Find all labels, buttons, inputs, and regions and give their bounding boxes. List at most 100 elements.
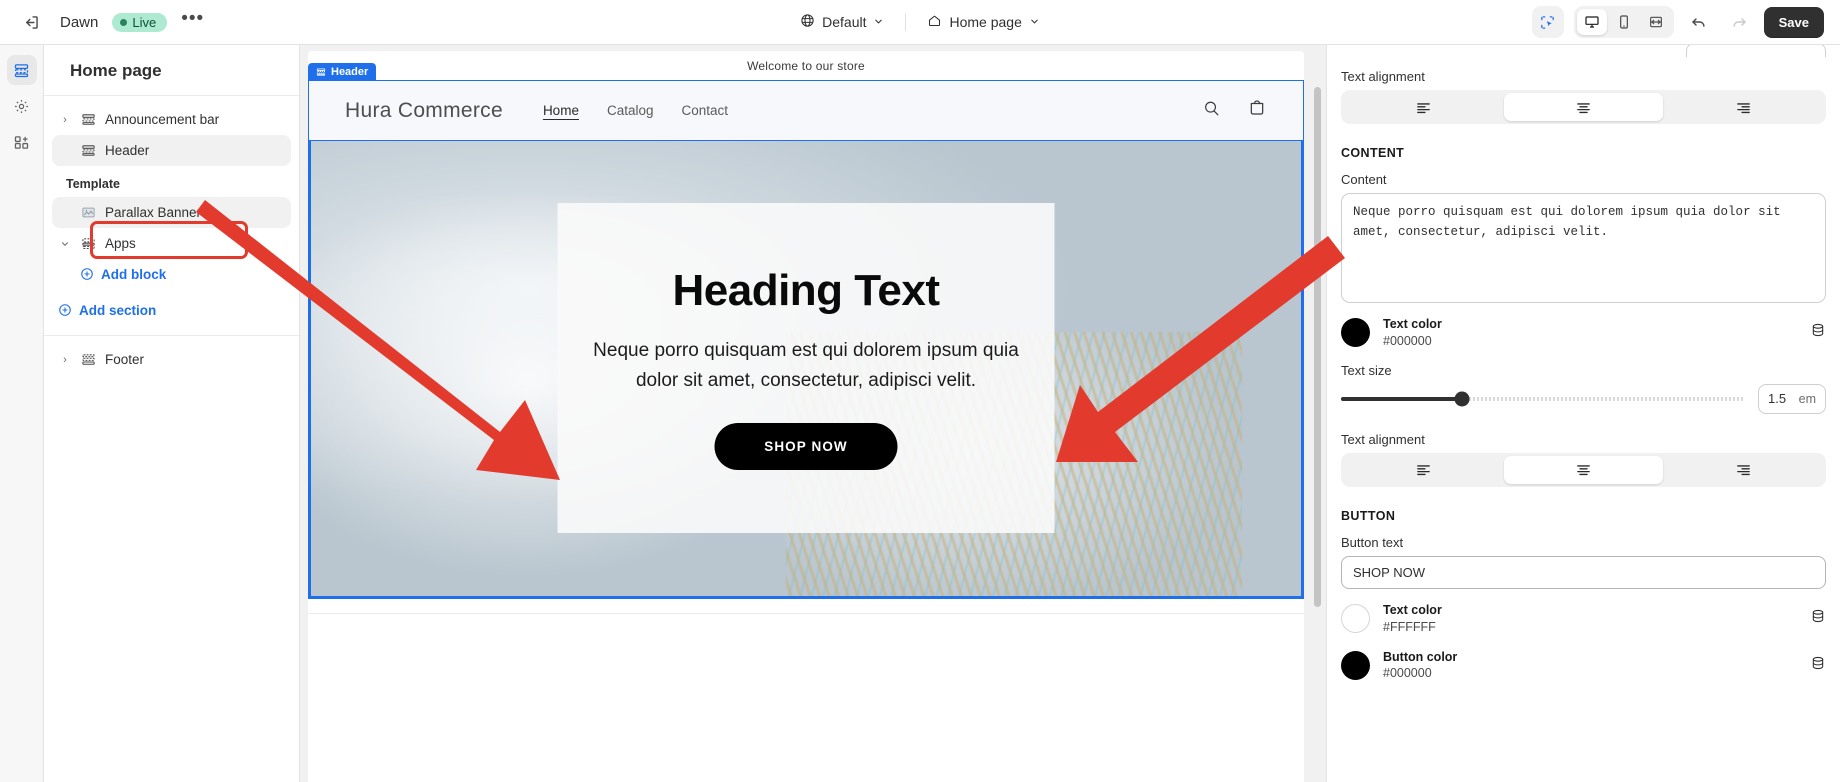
panel-scrolled-input-stub <box>1686 45 1826 57</box>
align-center-icon[interactable] <box>1504 455 1663 484</box>
text-size-slider[interactable] <box>1341 391 1744 407</box>
color-name: Text color <box>1383 602 1442 617</box>
align-right-icon[interactable] <box>1665 456 1823 484</box>
footer-list: › Footer <box>44 336 299 375</box>
align-center-icon[interactable] <box>1504 93 1663 121</box>
status-badge: Live <box>112 12 168 32</box>
hero-shop-now-button[interactable]: SHOP NOW <box>714 422 898 470</box>
exit-icon[interactable] <box>16 7 46 37</box>
text-size-slider-row: 1.5 em <box>1341 383 1826 414</box>
footer-icon <box>80 352 97 367</box>
color-library-icon[interactable] <box>1810 608 1826 629</box>
add-block-button[interactable]: Add block <box>74 259 291 289</box>
theme-name: Dawn <box>60 13 99 31</box>
content-alignment-group <box>1341 452 1826 487</box>
color-swatch[interactable] <box>1341 604 1370 634</box>
section-icon <box>80 143 97 158</box>
plus-circle-icon <box>58 303 72 317</box>
chevron-right-icon[interactable]: › <box>58 354 72 366</box>
align-left-icon[interactable] <box>1344 456 1502 484</box>
undo-icon[interactable] <box>1684 7 1714 37</box>
hero-content-card: Heading Text Neque porro quisquam est qu… <box>557 203 1055 533</box>
sidebar-item-announcement-bar[interactable]: › Announcement bar <box>52 104 291 135</box>
chevron-down-icon[interactable] <box>58 239 72 249</box>
sidebar-item-parallax-banner[interactable]: › Parallax Banner <box>52 197 291 228</box>
button-text-color-row[interactable]: Text color #FFFFFF <box>1341 602 1826 636</box>
color-library-icon[interactable] <box>1810 655 1826 676</box>
align-left-icon[interactable] <box>1344 93 1502 121</box>
page-selector-label: Home page <box>949 14 1022 30</box>
store-header[interactable]: Hura Commerce Home Catalog Contact <box>308 80 1304 141</box>
theme-selector[interactable]: Default <box>791 8 893 36</box>
chevron-down-icon <box>873 14 884 30</box>
preview-canvas: Welcome to our store Header Hura Commerc… <box>300 45 1326 782</box>
announcement-bar[interactable]: Welcome to our store <box>308 51 1304 80</box>
parallax-banner-section[interactable]: Heading Text Neque porro quisquam est qu… <box>308 141 1304 599</box>
top-bar: Dawn Live ••• Default Home page Save <box>0 0 1840 45</box>
header-section-tag[interactable]: Header <box>308 63 377 80</box>
hero-paragraph[interactable]: Neque porro quisquam est qui dolorem ips… <box>591 336 1021 395</box>
nav-link-home[interactable]: Home <box>543 103 579 118</box>
color-info: Button color #000000 <box>1383 649 1457 683</box>
color-library-icon[interactable] <box>1810 322 1826 343</box>
sections-icon[interactable] <box>6 55 37 85</box>
color-info: Text color #000000 <box>1383 316 1442 350</box>
plus-circle-icon <box>80 267 94 281</box>
theme-selector-label: Default <box>822 14 867 30</box>
inspector-icon[interactable] <box>1531 6 1564 38</box>
content-text-color-row[interactable]: Text color #000000 <box>1341 316 1826 350</box>
text-size-label: Text size <box>1341 362 1392 378</box>
nav-link-contact[interactable]: Contact <box>682 103 729 118</box>
gear-icon[interactable] <box>7 91 37 121</box>
nav-link-catalog[interactable]: Catalog <box>607 103 654 118</box>
live-label: Live <box>132 14 157 30</box>
sidebar-item-label: Footer <box>105 352 145 367</box>
sidebar-item-label: Announcement bar <box>105 112 220 127</box>
add-section-label: Add section <box>79 302 157 318</box>
more-options-button[interactable]: ••• <box>181 9 204 30</box>
home-icon <box>927 13 942 31</box>
button-color-row[interactable]: Button color #000000 <box>1341 649 1826 683</box>
page-selector[interactable]: Home page <box>918 8 1048 36</box>
sidebar-item-label: Header <box>105 143 150 158</box>
color-name: Text color <box>1383 317 1442 331</box>
color-swatch[interactable] <box>1341 650 1370 680</box>
button-text-input[interactable]: SHOP NOW <box>1341 555 1826 589</box>
preview-scrollbar[interactable] <box>1314 87 1321 607</box>
viewport-toggle-group <box>1573 6 1674 38</box>
hero-heading[interactable]: Heading Text <box>672 266 940 316</box>
save-button[interactable]: Save <box>1763 6 1824 38</box>
sidebar-group-label: Template <box>66 177 120 191</box>
globe-icon <box>800 13 815 31</box>
sidebar: Home page › Announcement bar › Header Te… <box>44 45 300 782</box>
header-section-wrapper: Header Hura Commerce Home Catalog Contac… <box>308 63 1304 141</box>
text-size-stepper[interactable]: 1.5 em <box>1758 383 1826 414</box>
desktop-icon[interactable] <box>1576 9 1607 35</box>
sidebar-item-footer[interactable]: › Footer <box>52 344 291 375</box>
top-bar-right: Save <box>1531 6 1840 38</box>
color-swatch[interactable] <box>1341 318 1370 348</box>
store-nav: Home Catalog Contact <box>543 103 728 118</box>
next-section-placeholder <box>308 613 1304 673</box>
apps-icon[interactable] <box>7 127 37 157</box>
settings-panel: Text alignment CONTENT Content Neque por… <box>1326 45 1840 782</box>
store-brand[interactable]: Hura Commerce <box>345 99 503 123</box>
apps-section-icon <box>80 236 97 251</box>
chevron-right-icon[interactable]: › <box>58 114 72 126</box>
color-hex: #000000 <box>1383 666 1432 681</box>
color-hex: #000000 <box>1383 333 1432 348</box>
sidebar-item-header[interactable]: › Header <box>52 135 291 166</box>
cart-icon[interactable] <box>1247 98 1267 123</box>
text-size-value: 1.5 <box>1768 391 1787 407</box>
mobile-icon[interactable] <box>1609 9 1639 35</box>
sidebar-item-apps[interactable]: Apps <box>52 228 291 259</box>
content-section-heading: CONTENT <box>1341 146 1405 160</box>
content-textarea[interactable]: Neque porro quisquam est qui dolorem ips… <box>1341 193 1826 303</box>
add-section-button[interactable]: Add section <box>52 295 291 325</box>
align-right-icon[interactable] <box>1665 93 1823 121</box>
full-width-icon[interactable] <box>1641 9 1671 35</box>
apps-children: Add block <box>52 259 291 289</box>
search-icon[interactable] <box>1202 99 1221 123</box>
slider-knob[interactable] <box>1454 391 1470 407</box>
store-preview-frame: Welcome to our store Header Hura Commerc… <box>308 51 1304 782</box>
